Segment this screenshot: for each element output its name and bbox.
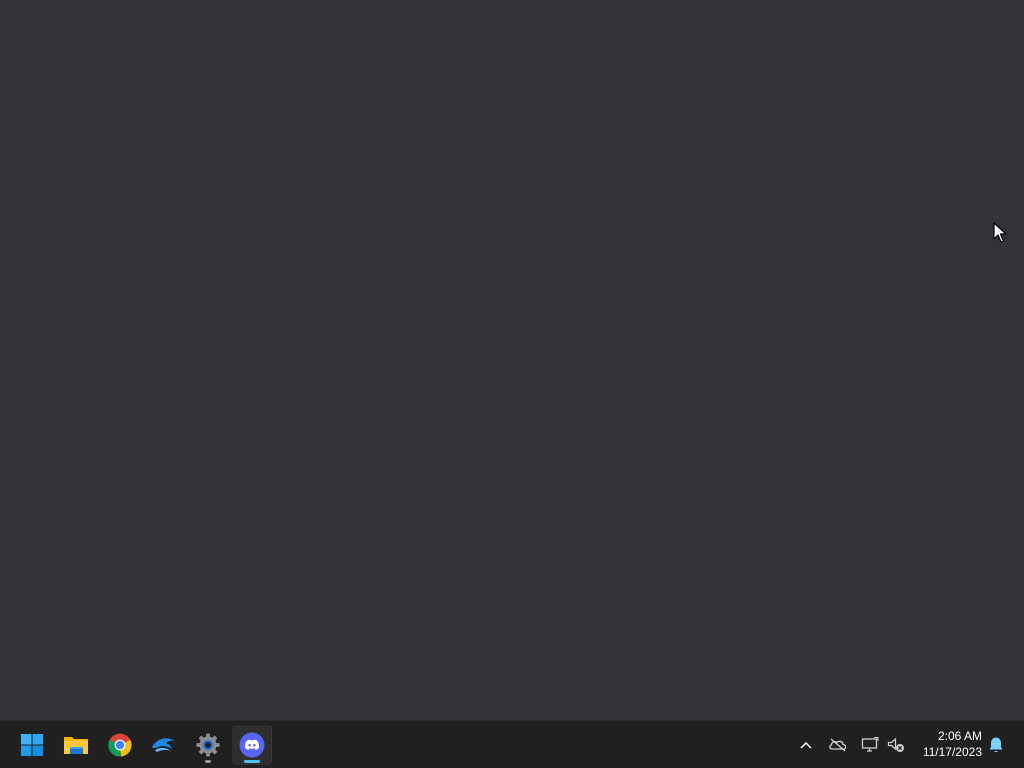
chrome-button[interactable] xyxy=(100,725,140,765)
clock-time: 2:06 AM xyxy=(937,729,982,743)
discord-icon xyxy=(239,732,265,758)
focused-indicator xyxy=(244,760,260,763)
windows-start-icon xyxy=(21,734,43,756)
notification-center-button[interactable] xyxy=(984,733,1008,757)
onedrive-offline-icon xyxy=(829,738,847,752)
folder-icon xyxy=(64,737,88,754)
volume-status[interactable] xyxy=(884,733,908,757)
dolphin-icon xyxy=(152,738,175,752)
settings-button[interactable] xyxy=(188,725,228,765)
discord-button[interactable] xyxy=(232,725,272,765)
show-hidden-icons-button[interactable] xyxy=(794,733,818,757)
gear-icon xyxy=(196,733,220,757)
file-explorer-button[interactable] xyxy=(56,725,96,765)
dolphin-button[interactable] xyxy=(144,725,184,765)
chevron-up-icon xyxy=(800,741,812,749)
taskbar: 2:06 AM 11/17/2023 xyxy=(0,720,1024,768)
onedrive-status[interactable] xyxy=(826,733,850,757)
notification-bell-icon xyxy=(989,737,1003,752)
network-status[interactable] xyxy=(858,733,882,757)
speaker-muted-icon xyxy=(887,737,904,752)
running-indicator xyxy=(205,760,211,763)
chrome-icon xyxy=(108,733,132,757)
start-button[interactable] xyxy=(12,725,52,765)
taskbar-separator xyxy=(271,726,272,762)
mouse-pointer-icon xyxy=(993,222,1007,243)
clock[interactable]: 2:06 AM 11/17/2023 xyxy=(912,728,982,760)
clock-date: 11/17/2023 xyxy=(922,745,982,759)
desktop[interactable] xyxy=(0,0,1024,720)
network-disconnected-icon xyxy=(861,737,879,752)
